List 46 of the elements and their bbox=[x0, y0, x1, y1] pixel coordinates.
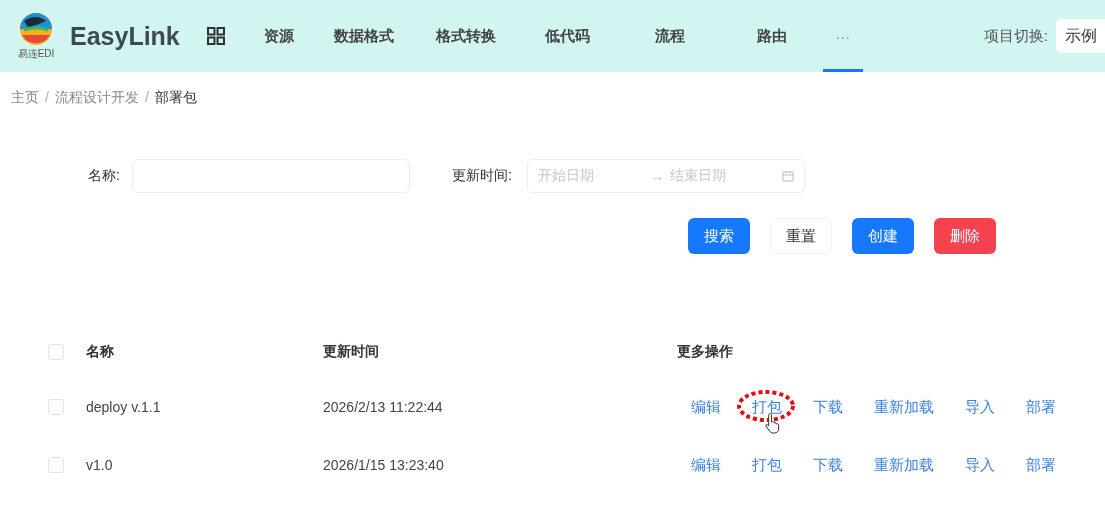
nav-tab[interactable]: 路由 bbox=[720, 0, 823, 72]
action-button[interactable]: 搜索 bbox=[688, 218, 750, 254]
table-cell-text: deploy v.1.1 bbox=[86, 399, 162, 415]
action-button[interactable]: 重置 bbox=[770, 218, 832, 254]
breadcrumb-separator: / bbox=[45, 89, 49, 107]
column-header: 名称 bbox=[86, 343, 115, 361]
action-link[interactable]: 重新加载 bbox=[874, 397, 934, 415]
action-button[interactable]: 删除 bbox=[934, 218, 996, 254]
column-header: 更多操作 bbox=[677, 343, 734, 361]
action-link[interactable]: 部署 bbox=[1026, 455, 1056, 473]
nav-tab[interactable]: 低代码 bbox=[516, 0, 619, 72]
brand-name: EasyLink bbox=[70, 21, 180, 51]
logo-caption: 易连EDI bbox=[17, 47, 55, 61]
nav-tab[interactable]: 数据格式 bbox=[312, 0, 415, 72]
action-button[interactable]: 创建 bbox=[852, 218, 914, 254]
action-link[interactable]: 重新加载 bbox=[874, 455, 934, 473]
table-cell-text: 2026/2/13 11:22:44 bbox=[323, 399, 444, 415]
app-grid-icon[interactable] bbox=[206, 27, 225, 45]
breadcrumb-item[interactable]: 主页 bbox=[11, 89, 39, 112]
action-link[interactable]: 编辑 bbox=[691, 455, 721, 473]
action-link[interactable]: 下载 bbox=[813, 455, 843, 473]
breadcrumb-separator: / bbox=[144, 89, 149, 107]
action-link[interactable]: 导入 bbox=[965, 397, 995, 415]
action-link[interactable]: 打包 bbox=[752, 455, 782, 473]
action-link[interactable]: 部署 bbox=[1026, 397, 1056, 415]
column-header: 更新时间 bbox=[323, 343, 380, 361]
name-label: 名称: bbox=[88, 167, 121, 185]
nav-tab[interactable]: 资源 bbox=[244, 0, 313, 72]
checkbox[interactable] bbox=[48, 399, 64, 415]
calendar-icon bbox=[782, 170, 794, 182]
range-arrow: → bbox=[650, 168, 664, 184]
project-select[interactable]: 示例 bbox=[1056, 19, 1105, 53]
checkbox[interactable] bbox=[48, 344, 64, 360]
project-switch-label: 项目切换: bbox=[983, 26, 1048, 46]
update-time-label: 更新时间: bbox=[452, 167, 513, 185]
action-link[interactable]: 编辑 bbox=[691, 397, 721, 415]
nav-tab[interactable]: 格式转换 bbox=[414, 0, 517, 72]
table-cell-text: v1.0 bbox=[86, 457, 114, 473]
table-cell-text: 2026/1/15 13:23:40 bbox=[323, 457, 445, 473]
nav-tab[interactable]: ··· bbox=[822, 0, 863, 72]
action-link[interactable]: 下载 bbox=[813, 397, 843, 415]
breadcrumb-item[interactable]: 流程设计开发 bbox=[54, 89, 139, 112]
action-link[interactable]: 导入 bbox=[965, 455, 995, 473]
nav-tab[interactable]: 流程 bbox=[618, 0, 721, 72]
breadcrumb-item: 部署包 bbox=[154, 89, 197, 107]
checkbox[interactable] bbox=[48, 457, 64, 473]
